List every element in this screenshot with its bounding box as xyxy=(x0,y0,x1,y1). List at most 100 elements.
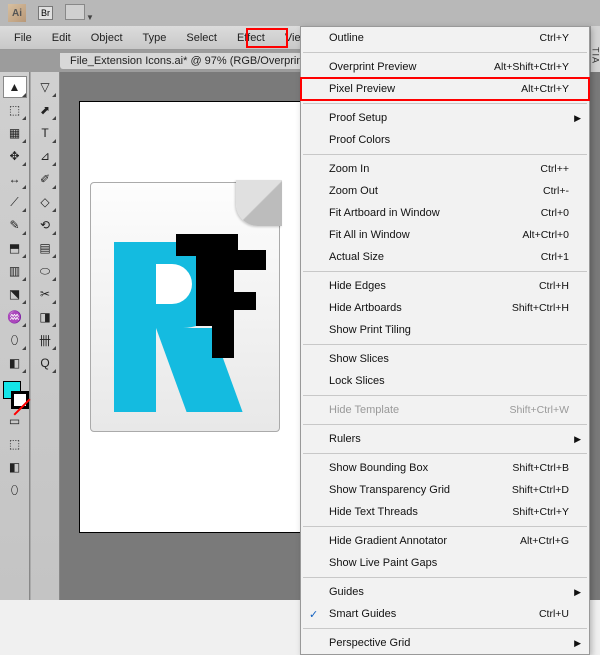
menu-item-label: Show Slices xyxy=(329,353,389,365)
right-tool-11[interactable]: Q xyxy=(33,352,57,374)
menu-edit[interactable]: Edit xyxy=(42,26,81,49)
menu-item-label: Hide Gradient Annotator xyxy=(329,535,447,547)
left-tool-4[interactable]: ⟋ xyxy=(3,191,27,213)
mode-tool-3[interactable]: ⬯ xyxy=(3,479,27,501)
menu-item-perspective-grid[interactable]: Perspective Grid ▶ xyxy=(301,632,589,654)
right-tool-0[interactable]: ⬈ xyxy=(33,99,57,121)
menu-item-label: Lock Slices xyxy=(329,375,385,387)
menu-shortcut: Shift+Ctrl+W xyxy=(509,404,569,416)
menu-item-show-slices[interactable]: Show Slices xyxy=(301,348,589,370)
menu-item-zoom-in[interactable]: Zoom InCtrl++ xyxy=(301,158,589,180)
menu-separator xyxy=(303,628,587,629)
menu-item-label: Perspective Grid xyxy=(329,637,410,649)
menu-item-label: Pixel Preview xyxy=(329,83,395,95)
menu-item-fit-artboard-in-window[interactable]: Fit Artboard in WindowCtrl+0 xyxy=(301,202,589,224)
selection-tool[interactable]: ▲ xyxy=(3,76,27,98)
menu-item-hide-template: Hide TemplateShift+Ctrl+W xyxy=(301,399,589,421)
menu-item-label: Fit All in Window xyxy=(329,229,410,241)
fill-stroke-swatch[interactable] xyxy=(1,379,29,409)
br-icon[interactable]: Br xyxy=(38,6,53,20)
check-icon: ✓ xyxy=(309,608,318,621)
menu-shortcut: Ctrl+- xyxy=(543,185,569,197)
menu-item-proof-colors[interactable]: Proof Colors xyxy=(301,129,589,151)
menu-item-show-print-tiling[interactable]: Show Print Tiling xyxy=(301,319,589,341)
menu-item-label: Show Print Tiling xyxy=(329,324,411,336)
right-tool-9[interactable]: ◨ xyxy=(33,306,57,328)
menu-effect[interactable]: Effect xyxy=(227,26,275,49)
menu-separator xyxy=(303,52,587,53)
menu-shortcut: Ctrl+1 xyxy=(541,251,569,263)
left-tool-7[interactable]: ▥ xyxy=(3,260,27,282)
menu-file[interactable]: File xyxy=(4,26,42,49)
right-tool-2[interactable]: ⊿ xyxy=(33,145,57,167)
menu-item-hide-edges[interactable]: Hide EdgesCtrl+H xyxy=(301,275,589,297)
mode-tool-1[interactable]: ⬚ xyxy=(3,433,27,455)
menu-type[interactable]: Type xyxy=(133,26,177,49)
menu-item-label: Fit Artboard in Window xyxy=(329,207,440,219)
right-tool-6[interactable]: ▤ xyxy=(33,237,57,259)
left-tool-0[interactable]: ⬚ xyxy=(3,99,27,121)
menu-item-show-transparency-grid[interactable]: Show Transparency GridShift+Ctrl+D xyxy=(301,479,589,501)
menu-select[interactable]: Select xyxy=(176,26,227,49)
view-menu-dropdown: OutlineCtrl+Y Overprint PreviewAlt+Shift+… xyxy=(300,26,590,655)
menu-item-hide-artboards[interactable]: Hide ArtboardsShift+Ctrl+H xyxy=(301,297,589,319)
stroke-swatch[interactable] xyxy=(11,391,29,409)
left-tool-3[interactable]: ↔ xyxy=(3,168,27,190)
menu-item-overprint-preview[interactable]: Overprint PreviewAlt+Shift+Ctrl+Y xyxy=(301,56,589,78)
submenu-arrow-icon: ▶ xyxy=(574,638,581,649)
doc-setup-icon[interactable] xyxy=(65,4,85,20)
menu-item-label: Show Bounding Box xyxy=(329,462,428,474)
app-logo: Ai xyxy=(8,4,26,22)
mode-tool-2[interactable]: ◧ xyxy=(3,456,27,478)
document-tab[interactable]: File_Extension Icons.ai* @ 97% (RGB/Over… xyxy=(60,53,327,69)
direct-selection-tool[interactable]: ▽ xyxy=(33,76,57,98)
menu-item-pixel-preview[interactable]: Pixel Preview Alt+Ctrl+Y xyxy=(301,78,589,100)
left-tool-5[interactable]: ✎ xyxy=(3,214,27,236)
page-curl-icon xyxy=(236,180,282,226)
right-tool-8[interactable]: ✂ xyxy=(33,283,57,305)
menu-separator xyxy=(303,344,587,345)
rtf-document-artwork xyxy=(90,182,290,442)
left-tool-9[interactable]: ♒ xyxy=(3,306,27,328)
menu-item-fit-all-in-window[interactable]: Fit All in WindowAlt+Ctrl+0 xyxy=(301,224,589,246)
menu-item-hide-gradient-annotator[interactable]: Hide Gradient Annotator Alt+Ctrl+G xyxy=(301,530,589,552)
right-tool-1[interactable]: T xyxy=(33,122,57,144)
menu-item-rulers[interactable]: Rulers▶ xyxy=(301,428,589,450)
left-tool-1[interactable]: ▦ xyxy=(3,122,27,144)
submenu-arrow-icon: ▶ xyxy=(574,113,581,124)
right-tool-10[interactable]: 卌 xyxy=(33,329,57,351)
menu-item-show-live-paint-gaps[interactable]: Show Live Paint Gaps xyxy=(301,552,589,574)
menu-item-hide-text-threads[interactable]: Hide Text ThreadsShift+Ctrl+Y xyxy=(301,501,589,523)
menu-shortcut: Ctrl+U xyxy=(539,608,569,620)
menu-item-zoom-out[interactable]: Zoom OutCtrl+- xyxy=(301,180,589,202)
menu-item-label: Actual Size xyxy=(329,251,384,263)
right-tool-5[interactable]: ⟲ xyxy=(33,214,57,236)
menu-item-outline[interactable]: OutlineCtrl+Y xyxy=(301,27,589,49)
menu-item-proof-setup[interactable]: Proof Setup ▶ xyxy=(301,107,589,129)
left-tool-8[interactable]: ⬔ xyxy=(3,283,27,305)
left-tool-2[interactable]: ✥ xyxy=(3,145,27,167)
menu-object[interactable]: Object xyxy=(81,26,133,49)
menu-shortcut: Shift+Ctrl+H xyxy=(512,302,569,314)
left-tool-6[interactable]: ⬒ xyxy=(3,237,27,259)
mode-tool-0[interactable]: ▭ xyxy=(3,410,27,432)
chevron-down-icon: ▼ xyxy=(86,13,94,22)
menu-item-show-bounding-box[interactable]: Show Bounding BoxShift+Ctrl+B xyxy=(301,457,589,479)
menu-item-label: Show Transparency Grid xyxy=(329,484,450,496)
tools-panel-left: ▲ ⬚▦✥↔⟋✎⬒▥⬔♒⬯◧▭⬚◧⬯ xyxy=(0,72,30,600)
menu-item-label: Rulers xyxy=(329,433,361,445)
left-tool-10[interactable]: ⬯ xyxy=(3,329,27,351)
menu-shortcut: Alt+Ctrl+G xyxy=(520,535,569,547)
menu-item-lock-slices[interactable]: Lock Slices xyxy=(301,370,589,392)
menu-item-actual-size[interactable]: Actual Size Ctrl+1 xyxy=(301,246,589,268)
left-tool-11[interactable]: ◧ xyxy=(3,352,27,374)
menu-item-label: Smart Guides xyxy=(329,608,396,620)
menu-separator xyxy=(303,103,587,104)
menu-item-label: Proof Setup xyxy=(329,112,387,124)
right-tool-3[interactable]: ✐ xyxy=(33,168,57,190)
menu-item-smart-guides[interactable]: ✓ Smart Guides Ctrl+U xyxy=(301,603,589,625)
right-tool-7[interactable]: ⬭ xyxy=(33,260,57,282)
right-tool-4[interactable]: ◇ xyxy=(33,191,57,213)
menu-separator xyxy=(303,395,587,396)
menu-shortcut: Alt+Ctrl+Y xyxy=(521,83,569,95)
